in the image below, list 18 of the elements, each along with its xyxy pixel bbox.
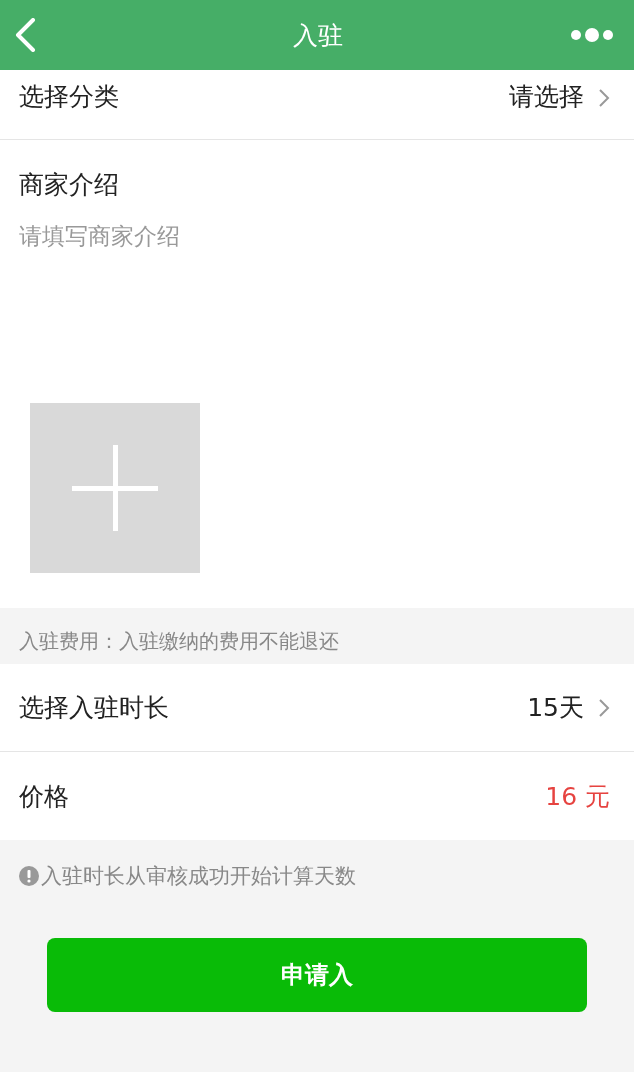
intro-label: 商家介绍 bbox=[19, 169, 120, 201]
back-icon[interactable] bbox=[14, 18, 36, 52]
nav-title: 入驻 bbox=[293, 19, 343, 52]
plus-icon bbox=[72, 445, 158, 531]
more-icon[interactable] bbox=[570, 27, 614, 43]
row-label: 选择分类 bbox=[19, 81, 119, 113]
chevron-icon bbox=[598, 697, 610, 718]
price-value: 16 元 bbox=[545, 780, 610, 813]
row-label: 价格 bbox=[19, 780, 69, 813]
add-image-button[interactable] bbox=[30, 403, 200, 573]
hint-text: 入驻时长从审核成功开始计算天数 bbox=[41, 863, 356, 890]
intro-field[interactable]: 请填写商家介绍 bbox=[19, 221, 615, 391]
info-icon bbox=[19, 866, 39, 886]
row-value: 15天 bbox=[527, 692, 584, 724]
row-value: 请选择 bbox=[509, 81, 584, 113]
chevron-icon bbox=[598, 88, 610, 108]
fee-note: 入驻费用：入驻缴纳的费用不能退还 bbox=[0, 608, 634, 664]
row-label: 选择入驻时长 bbox=[19, 692, 169, 724]
